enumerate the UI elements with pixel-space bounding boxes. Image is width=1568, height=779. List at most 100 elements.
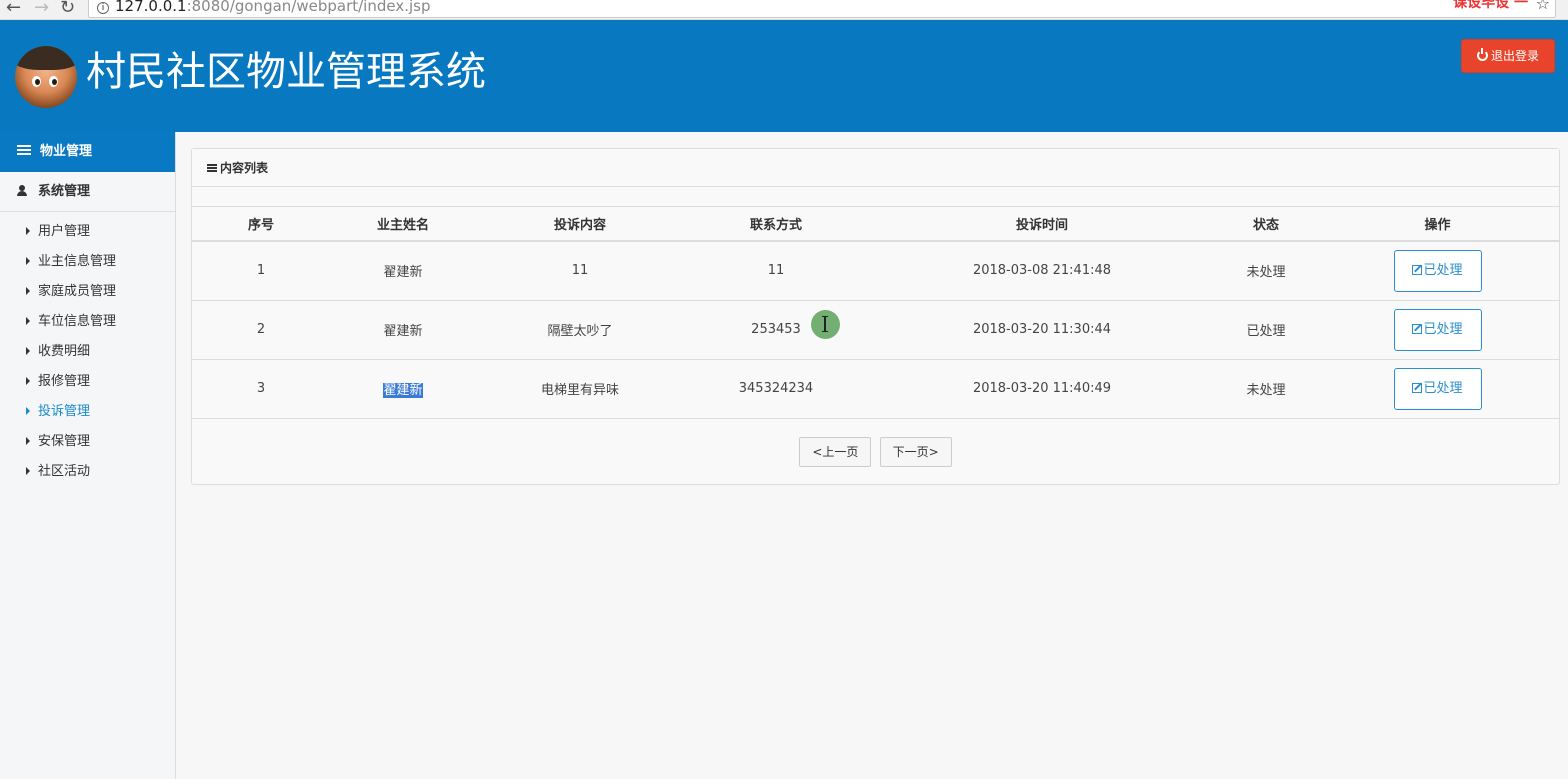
bookmark-star-icon[interactable]: ☆ bbox=[1536, 0, 1550, 13]
caret-right-icon bbox=[26, 317, 30, 325]
sidebar-section-label: 系统管理 bbox=[38, 184, 91, 199]
cell-content: 11 bbox=[476, 241, 684, 301]
reload-icon[interactable]: ↻ bbox=[60, 0, 75, 18]
cell-status: 已处理 bbox=[1216, 300, 1316, 360]
prev-page-button[interactable]: <上一页 bbox=[799, 436, 872, 467]
cell-time: 2018-03-20 11:40:49 bbox=[868, 359, 1216, 419]
owner-name[interactable]: 翟建新 bbox=[383, 265, 422, 280]
cell-content: 隔壁太吵了 bbox=[476, 300, 684, 360]
column-header: 投诉内容 bbox=[476, 207, 684, 242]
logout-button[interactable]: 退出登录 bbox=[1461, 39, 1555, 73]
button-label: 已处理 bbox=[1423, 380, 1463, 396]
complaints-table: 序号 业主姓名 投诉内容 联系方式 投诉时间 状态 操作 1 翟建新 11 11… bbox=[192, 207, 1559, 419]
sidebar-item-fees[interactable]: 收费明细 bbox=[0, 342, 175, 372]
table-row: 3 翟建新 电梯里有异味 345324234 2018-03-20 11:40:… bbox=[192, 359, 1559, 419]
address-bar[interactable]: i 127.0.0.1:8080/gongan/webpart/index.jsp bbox=[88, 0, 1556, 18]
url-host: 127.0.0.1 bbox=[115, 0, 187, 15]
sidebar-section-property[interactable]: 物业管理 bbox=[0, 132, 175, 172]
caret-right-icon bbox=[26, 467, 30, 475]
app-title: 村民社区物业管理系统 bbox=[86, 49, 486, 95]
sidebar-item-repairs[interactable]: 报修管理 bbox=[0, 372, 175, 402]
list-icon bbox=[17, 145, 31, 155]
panel-header: 内容列表 bbox=[192, 149, 1559, 187]
cell-contact: 253453 bbox=[684, 300, 868, 360]
panel-title: 内容列表 bbox=[220, 161, 269, 175]
edit-icon bbox=[1412, 264, 1423, 275]
column-header: 序号 bbox=[192, 207, 330, 242]
column-header: 状态 bbox=[1216, 207, 1316, 242]
next-page-button[interactable]: 下一页> bbox=[879, 436, 952, 467]
sidebar-item-family[interactable]: 家庭成员管理 bbox=[0, 282, 175, 312]
mark-handled-button[interactable]: 已处理 bbox=[1393, 249, 1482, 292]
sidebar-section-label: 物业管理 bbox=[40, 144, 93, 159]
cell-status: 未处理 bbox=[1216, 359, 1316, 419]
caret-right-icon bbox=[26, 407, 30, 415]
url-path: :8080/gongan/webpart/index.jsp bbox=[186, 0, 431, 15]
sidebar-item-label: 投诉管理 bbox=[38, 404, 91, 419]
cell-contact: 11 bbox=[684, 241, 868, 301]
caret-right-icon bbox=[26, 377, 30, 385]
edit-icon bbox=[1412, 382, 1423, 393]
mark-handled-button[interactable]: 已处理 bbox=[1393, 308, 1482, 351]
sidebar-item-parking[interactable]: 车位信息管理 bbox=[0, 312, 175, 342]
user-icon bbox=[17, 185, 27, 196]
sidebar-item-label: 社区活动 bbox=[38, 464, 91, 479]
caret-right-icon bbox=[26, 287, 30, 295]
sidebar-item-label: 安保管理 bbox=[38, 434, 91, 449]
button-label: 已处理 bbox=[1423, 262, 1463, 278]
column-header: 联系方式 bbox=[684, 207, 868, 242]
corner-text: 课设毕设 一 bbox=[1453, 0, 1528, 11]
sidebar: 物业管理 系统管理 用户管理 业主信息管理 家庭成员管理 车位信息管理 收费明细… bbox=[0, 132, 176, 779]
forward-arrow-icon[interactable]: → bbox=[34, 0, 49, 18]
caret-right-icon bbox=[26, 227, 30, 235]
caret-right-icon bbox=[26, 257, 30, 265]
cell-time: 2018-03-08 21:41:48 bbox=[868, 241, 1216, 301]
logo-avatar bbox=[15, 46, 77, 108]
cell-index: 3 bbox=[192, 359, 330, 419]
cell-owner[interactable]: 翟建新 bbox=[330, 241, 476, 301]
table-row: 1 翟建新 11 11 2018-03-08 21:41:48 未处理 已处理 bbox=[192, 241, 1559, 301]
caret-right-icon bbox=[26, 437, 30, 445]
bars-icon bbox=[207, 164, 217, 172]
sidebar-item-label: 家庭成员管理 bbox=[38, 284, 117, 299]
cell-index: 2 bbox=[192, 300, 330, 360]
cell-action: 已处理 bbox=[1316, 300, 1559, 360]
sidebar-item-complaints[interactable]: 投诉管理 bbox=[0, 402, 175, 432]
cell-owner[interactable]: 翟建新 bbox=[330, 359, 476, 419]
cell-action: 已处理 bbox=[1316, 359, 1559, 419]
sidebar-item-owners[interactable]: 业主信息管理 bbox=[0, 252, 175, 282]
table-row: 2 翟建新 隔壁太吵了 253453 2018-03-20 11:30:44 已… bbox=[192, 300, 1559, 360]
column-header: 业主姓名 bbox=[330, 207, 476, 242]
info-icon[interactable]: i bbox=[97, 2, 109, 14]
browser-toolbar: ← → ↻ i 127.0.0.1:8080/gongan/webpart/ind… bbox=[0, 0, 1568, 20]
app-header: 村民社区物业管理系统 退出登录 bbox=[0, 20, 1568, 132]
sidebar-item-label: 车位信息管理 bbox=[38, 314, 117, 329]
logout-label: 退出登录 bbox=[1490, 49, 1539, 63]
cell-index: 1 bbox=[192, 241, 330, 301]
pagination: <上一页 下一页> bbox=[192, 419, 1559, 467]
cell-time: 2018-03-20 11:30:44 bbox=[868, 300, 1216, 360]
table-header-row: 序号 业主姓名 投诉内容 联系方式 投诉时间 状态 操作 bbox=[192, 207, 1559, 242]
mark-handled-button[interactable]: 已处理 bbox=[1393, 367, 1482, 410]
caret-right-icon bbox=[26, 347, 30, 355]
sidebar-item-label: 收费明细 bbox=[38, 344, 91, 359]
sidebar-section-system[interactable]: 系统管理 bbox=[0, 172, 175, 212]
sidebar-item-label: 业主信息管理 bbox=[38, 254, 117, 269]
owner-name[interactable]: 翟建新 bbox=[383, 324, 422, 339]
back-arrow-icon[interactable]: ← bbox=[6, 0, 21, 18]
sidebar-item-activities[interactable]: 社区活动 bbox=[0, 462, 175, 492]
sidebar-item-label: 用户管理 bbox=[38, 224, 91, 239]
sidebar-item-users[interactable]: 用户管理 bbox=[0, 222, 175, 252]
cell-owner[interactable]: 翟建新 bbox=[330, 300, 476, 360]
cell-content: 电梯里有异味 bbox=[476, 359, 684, 419]
button-label: 已处理 bbox=[1423, 321, 1463, 337]
sidebar-item-security[interactable]: 安保管理 bbox=[0, 432, 175, 462]
content-panel: 内容列表 序号 业主姓名 投诉内容 联系方式 投诉时间 状态 操作 1 翟建新 … bbox=[191, 148, 1560, 485]
cell-action: 已处理 bbox=[1316, 241, 1559, 301]
owner-name-selected[interactable]: 翟建新 bbox=[383, 383, 423, 398]
sidebar-item-label: 报修管理 bbox=[38, 374, 91, 389]
sidebar-menu: 用户管理 业主信息管理 家庭成员管理 车位信息管理 收费明细 报修管理 投诉管理… bbox=[0, 212, 175, 492]
edit-icon bbox=[1412, 323, 1423, 334]
power-icon bbox=[1476, 48, 1488, 61]
column-header: 操作 bbox=[1316, 207, 1559, 242]
